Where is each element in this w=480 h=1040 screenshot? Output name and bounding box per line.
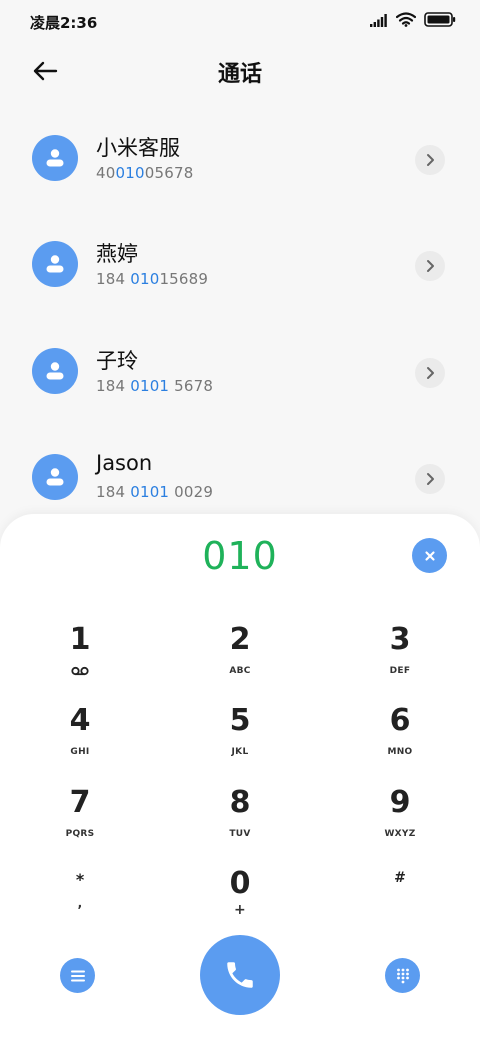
dial-key-1[interactable]: 1: [20, 622, 140, 694]
dial-input[interactable]: 010: [0, 534, 480, 578]
keypad-toggle-button[interactable]: [385, 958, 420, 993]
menu-button[interactable]: [60, 958, 95, 993]
contact-name: 燕婷: [96, 242, 138, 266]
wifi-icon: [395, 12, 417, 31]
chevron-right-icon: [427, 473, 434, 485]
keypad-icon: [396, 968, 409, 983]
key-digit: 6: [389, 703, 411, 738]
key-digit: 8: [229, 785, 251, 820]
battery-icon: [424, 12, 456, 31]
person-icon: [46, 362, 64, 380]
chevron-right-icon: [427, 154, 434, 166]
contact-number: 184 0101 0029: [96, 483, 214, 501]
key-letters: ,: [77, 896, 83, 910]
dial-key-4[interactable]: 4 GHI: [20, 703, 140, 775]
avatar: [32, 135, 78, 181]
key-digit: *: [75, 870, 85, 889]
number-match-highlight: 0101: [130, 483, 170, 501]
header: 通话: [0, 44, 480, 98]
contact-detail-button[interactable]: [415, 464, 445, 494]
key-letters: WXYZ: [384, 829, 416, 839]
number-match-highlight: 010: [130, 270, 160, 288]
clear-button[interactable]: [412, 538, 447, 573]
dial-key-2[interactable]: 2 ABC: [180, 622, 300, 694]
chevron-right-icon: [427, 367, 434, 379]
phone-screen: 凌晨2:36 通话 小米客服 4001005678 燕婷 184 0101568…: [0, 0, 480, 1040]
avatar: [32, 348, 78, 394]
dial-key-6[interactable]: 6 MNO: [340, 703, 460, 775]
number-match-highlight: 010: [115, 164, 145, 182]
key-digit: 0: [229, 866, 251, 901]
contact-detail-button[interactable]: [415, 145, 445, 175]
key-digit: 5: [229, 703, 251, 738]
avatar: [32, 241, 78, 287]
dial-key-8[interactable]: 8 TUV: [180, 785, 300, 857]
contact-number: 184 0101 5678: [96, 377, 214, 395]
key-letters: ABC: [229, 666, 251, 676]
chevron-right-icon: [427, 260, 434, 272]
key-digit: 2: [229, 622, 251, 657]
signal-icon: [370, 12, 388, 31]
dialer-panel: 010 1 2 ABC 3 DEF 4 GHI 5 JKL 6 MNO 7 PQ…: [0, 514, 480, 1040]
contact-number: 184 01015689: [96, 270, 209, 288]
dial-key-5[interactable]: 5 JKL: [180, 703, 300, 775]
dial-key-0[interactable]: 0 +: [180, 866, 300, 938]
key-letters: PQRS: [65, 829, 95, 839]
key-digit: 9: [389, 785, 411, 820]
key-digit: 7: [69, 785, 91, 820]
contact-number: 4001005678: [96, 164, 194, 182]
dial-key-hash[interactable]: #: [340, 870, 460, 942]
dial-key-3[interactable]: 3 DEF: [340, 622, 460, 694]
key-letters: GHI: [70, 747, 90, 757]
status-icons: [370, 12, 456, 31]
person-icon: [46, 149, 64, 167]
contact-row[interactable]: 子玲 184 0101 5678: [0, 331, 480, 411]
key-letters: TUV: [229, 829, 251, 839]
status-time: 凌晨2:36: [30, 14, 98, 32]
menu-icon: [70, 970, 85, 981]
dial-key-star[interactable]: * ,: [20, 870, 140, 942]
key-letters: JKL: [231, 747, 249, 757]
person-icon: [46, 255, 64, 273]
contact-row[interactable]: 燕婷 184 01015689: [0, 224, 480, 304]
call-button[interactable]: [200, 935, 280, 1015]
contact-name: 小米客服: [96, 136, 180, 160]
key-digit: 1: [69, 622, 91, 657]
phone-icon: [227, 962, 253, 988]
status-bar: 凌晨2:36: [0, 0, 480, 44]
dial-key-7[interactable]: 7 PQRS: [20, 785, 140, 857]
key-digit: 4: [69, 703, 91, 738]
person-icon: [46, 468, 64, 486]
contact-detail-button[interactable]: [415, 251, 445, 281]
dial-key-9[interactable]: 9 WXYZ: [340, 785, 460, 857]
key-letters: +: [233, 902, 247, 918]
key-digit: #: [394, 870, 406, 886]
page-title: 通话: [217, 62, 262, 87]
key-letters: MNO: [387, 747, 413, 757]
contact-row[interactable]: 小米客服 4001005678: [0, 118, 480, 198]
contact-detail-button[interactable]: [415, 358, 445, 388]
contact-name: 子玲: [96, 349, 138, 373]
close-icon: [424, 550, 435, 561]
voicemail-icon: [71, 666, 89, 676]
avatar: [32, 454, 78, 500]
key-letters: DEF: [389, 666, 411, 676]
contact-name: Jason: [96, 451, 153, 475]
number-match-highlight: 0101: [130, 377, 170, 395]
key-digit: 3: [389, 622, 411, 657]
contact-row[interactable]: Jason 184 0101 0029: [0, 437, 480, 517]
